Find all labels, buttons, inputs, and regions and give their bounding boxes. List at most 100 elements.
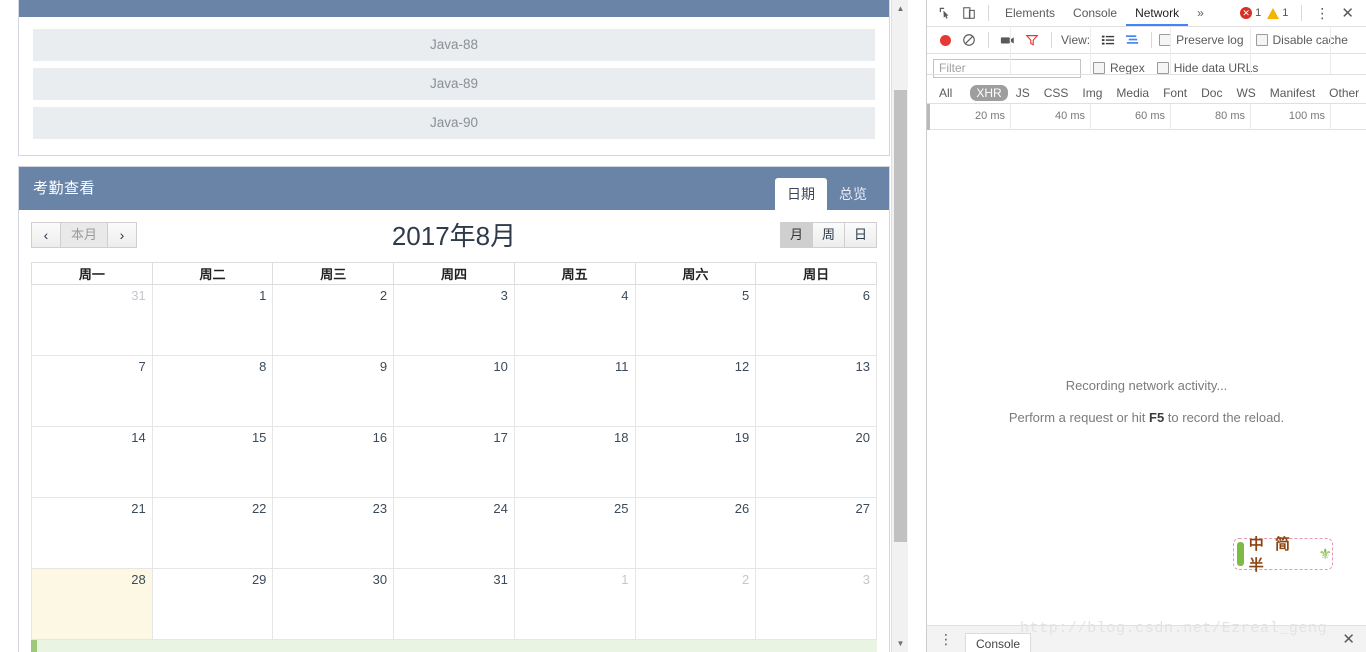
calendar-grid-wrap: 周一 周二 周三 周四 周五 周六 周日 31 1 2 3 4 5 6 7 8 9 10 11 12 13… bbox=[19, 262, 889, 640]
type-filter-all[interactable]: All bbox=[933, 85, 958, 101]
calendar-day-cell[interactable]: 25 bbox=[513, 497, 636, 569]
devtools-drawer: ⋮ Console ✕ bbox=[927, 625, 1366, 652]
view-week-button[interactable]: 周 bbox=[811, 222, 845, 248]
calendar-day-cell[interactable]: 21 bbox=[31, 497, 153, 569]
this-month-button[interactable]: 本月 bbox=[60, 222, 109, 248]
drawer-menu-icon[interactable]: ⋮ bbox=[933, 632, 959, 646]
class-list-panel-header bbox=[19, 0, 889, 17]
calendar-day-cell[interactable]: 1 bbox=[513, 568, 636, 640]
calendar-day-cell[interactable]: 31 bbox=[393, 568, 515, 640]
drawer-tab-console[interactable]: Console bbox=[965, 632, 1032, 652]
close-devtools-icon[interactable]: ✕ bbox=[1335, 4, 1360, 22]
calendar-day-cell[interactable]: 16 bbox=[272, 426, 395, 498]
calendar-day-cell[interactable]: 1 bbox=[151, 284, 274, 356]
prev-month-button[interactable]: ‹ bbox=[31, 222, 61, 248]
calendar-view-group: 月 周 日 bbox=[779, 222, 877, 248]
calendar-day-cell[interactable]: 8 bbox=[151, 355, 274, 427]
type-filter-manifest[interactable]: Manifest bbox=[1264, 85, 1321, 101]
weekday-header: 周二 bbox=[151, 262, 274, 285]
timeline-tick: 100 ms bbox=[1251, 104, 1331, 130]
calendar-day-cell[interactable]: 23 bbox=[272, 497, 395, 569]
perform-request-message: Perform a request or hit F5 to record th… bbox=[927, 404, 1366, 432]
calendar-body: 31 1 2 3 4 5 6 7 8 9 10 11 12 13 14 15 16 17 18 19 20 21 22 23 2… bbox=[31, 284, 877, 640]
timeline-tick: 20 ms bbox=[931, 104, 1011, 130]
calendar-day-cell[interactable]: 19 bbox=[634, 426, 757, 498]
tab-overview[interactable]: 总览 bbox=[827, 178, 879, 210]
screen: Java-88 Java-89 Java-90 考勤查看 日期 总览 ‹ 本月 … bbox=[0, 0, 1366, 652]
calendar-day-cell[interactable]: 3 bbox=[755, 568, 877, 640]
type-filter-js[interactable]: JS bbox=[1010, 85, 1036, 101]
calendar-day-cell[interactable]: 13 bbox=[755, 355, 877, 427]
calendar-day-cell[interactable]: 28 bbox=[31, 568, 153, 640]
close-drawer-icon[interactable]: ✕ bbox=[1336, 630, 1361, 648]
calendar-day-cell[interactable]: 11 bbox=[513, 355, 636, 427]
list-item[interactable]: Java-89 bbox=[33, 68, 875, 100]
calendar-day-cell[interactable]: 27 bbox=[755, 497, 877, 569]
calendar-day-cell[interactable]: 22 bbox=[151, 497, 274, 569]
type-filter-xhr[interactable]: XHR bbox=[970, 84, 1008, 101]
class-list-panel: Java-88 Java-89 Java-90 bbox=[18, 0, 890, 156]
toolbar-divider bbox=[988, 5, 989, 21]
type-filter-img[interactable]: Img bbox=[1076, 85, 1108, 101]
timeline-gridlines bbox=[927, 26, 1366, 75]
page-scrollbar[interactable]: ▲ ▼ bbox=[891, 0, 908, 652]
inspect-element-icon[interactable] bbox=[933, 2, 957, 24]
calendar-day-cell[interactable]: 6 bbox=[755, 284, 877, 356]
list-item[interactable]: Java-88 bbox=[33, 29, 875, 61]
type-filter-other[interactable]: Other bbox=[1323, 85, 1365, 101]
calendar-day-cell[interactable]: 20 bbox=[755, 426, 877, 498]
attendance-event-strip[interactable] bbox=[31, 640, 877, 652]
calendar-day-cell[interactable]: 15 bbox=[151, 426, 274, 498]
type-filter-doc[interactable]: Doc bbox=[1195, 85, 1228, 101]
tab-date[interactable]: 日期 bbox=[775, 178, 827, 210]
tab-elements[interactable]: Elements bbox=[996, 0, 1064, 26]
type-filter-css[interactable]: CSS bbox=[1038, 85, 1075, 101]
scroll-up-arrow-icon[interactable]: ▲ bbox=[892, 0, 908, 17]
calendar-week-row: 7 8 9 10 11 12 13 bbox=[31, 355, 877, 427]
next-month-button[interactable]: › bbox=[107, 222, 138, 248]
calendar-day-cell[interactable]: 26 bbox=[634, 497, 757, 569]
type-filter-ws[interactable]: WS bbox=[1230, 85, 1261, 101]
calendar-day-cell[interactable]: 18 bbox=[513, 426, 636, 498]
calendar-day-cell[interactable]: 2 bbox=[272, 284, 395, 356]
type-filter-media[interactable]: Media bbox=[1110, 85, 1155, 101]
weekday-header: 周五 bbox=[513, 262, 636, 285]
toolbar-divider bbox=[1301, 5, 1303, 21]
devtools-toolbar-right: ✕ 1 1 ⋮ ✕ bbox=[1240, 4, 1360, 22]
calendar-day-cell[interactable]: 12 bbox=[634, 355, 757, 427]
calendar-day-cell[interactable]: 7 bbox=[31, 355, 153, 427]
tab-console[interactable]: Console bbox=[1064, 0, 1126, 26]
weekday-header: 周一 bbox=[31, 262, 153, 285]
calendar-day-cell[interactable]: 4 bbox=[513, 284, 636, 356]
calendar-toolbar: ‹ 本月 › 2017年8月 月 周 日 bbox=[19, 210, 889, 262]
calendar-day-cell[interactable]: 5 bbox=[634, 284, 757, 356]
calendar-day-cell[interactable]: 14 bbox=[31, 426, 153, 498]
warning-badge[interactable]: 1 bbox=[1267, 7, 1288, 19]
view-month-button[interactable]: 月 bbox=[779, 222, 813, 248]
calendar-day-cell[interactable]: 10 bbox=[393, 355, 515, 427]
attendance-panel-header: 考勤查看 日期 总览 bbox=[19, 167, 889, 210]
more-tabs-icon[interactable]: » bbox=[1188, 0, 1213, 26]
devtools-menu-icon[interactable]: ⋮ bbox=[1309, 6, 1335, 20]
calendar-day-cell[interactable]: 17 bbox=[393, 426, 515, 498]
weekday-header: 周三 bbox=[272, 262, 395, 285]
error-badge[interactable]: ✕ 1 bbox=[1240, 7, 1261, 19]
calendar-day-cell[interactable]: 9 bbox=[272, 355, 395, 427]
scroll-down-arrow-icon[interactable]: ▼ bbox=[892, 635, 908, 652]
timeline-tick: 80 ms bbox=[1171, 104, 1251, 130]
list-item[interactable]: Java-90 bbox=[33, 107, 875, 139]
calendar-day-cell[interactable]: 29 bbox=[151, 568, 274, 640]
calendar-day-cell[interactable]: 24 bbox=[393, 497, 515, 569]
timeline-gridline bbox=[1090, 26, 1091, 75]
view-day-button[interactable]: 日 bbox=[843, 222, 877, 248]
calendar-day-cell[interactable]: 2 bbox=[634, 568, 757, 640]
network-empty-state: Recording network activity... Perform a … bbox=[927, 372, 1366, 432]
type-filter-font[interactable]: Font bbox=[1157, 85, 1193, 101]
calendar-day-cell[interactable]: 30 bbox=[272, 568, 395, 640]
calendar-day-cell[interactable]: 31 bbox=[31, 284, 153, 356]
calendar-day-cell[interactable]: 3 bbox=[393, 284, 515, 356]
scrollbar-thumb[interactable] bbox=[894, 90, 907, 542]
error-icon: ✕ bbox=[1240, 7, 1253, 19]
device-toolbar-icon[interactable] bbox=[957, 2, 981, 24]
tab-network[interactable]: Network bbox=[1126, 0, 1189, 26]
